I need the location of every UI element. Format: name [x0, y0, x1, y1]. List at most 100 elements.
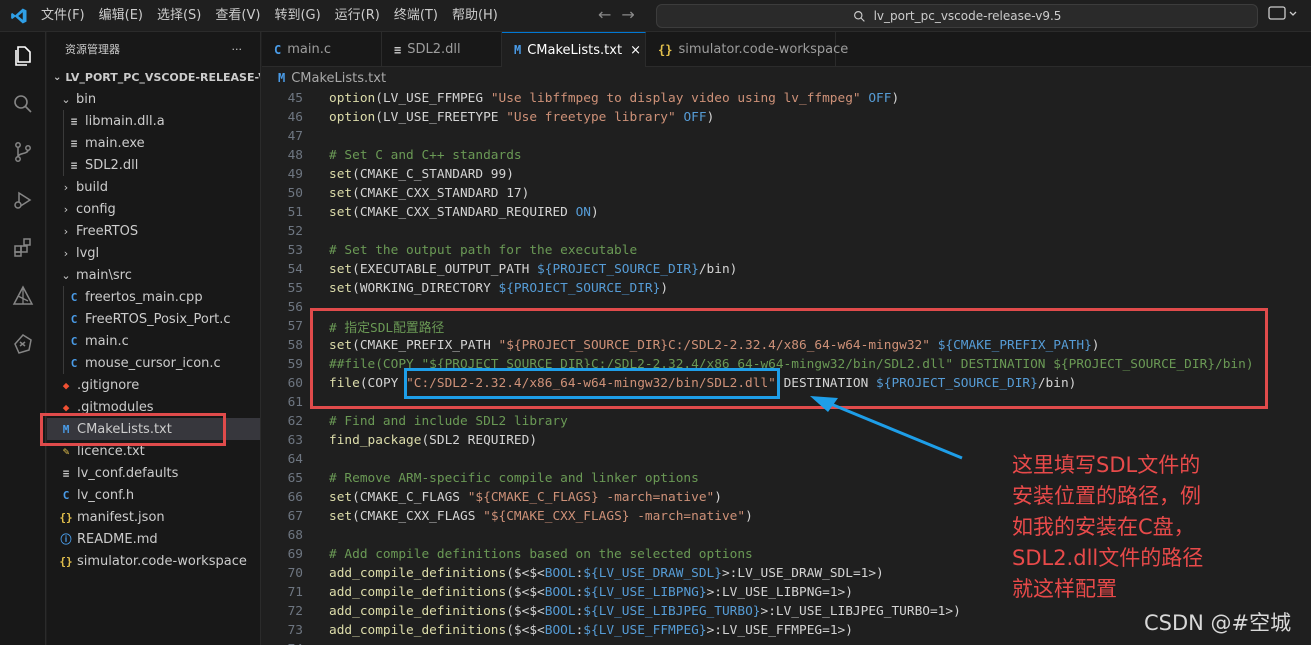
c-file-icon: C [70, 312, 78, 326]
code-token: ($<$< [506, 623, 545, 638]
tree-file[interactable]: {} manifest.json [47, 506, 260, 528]
json-icon: {} [59, 554, 73, 568]
code-token: >:LV_USE_FFMPEG=1>) [706, 623, 853, 638]
code-text: set(CMAKE_C_FLAGS "${CMAKE_C_FLAGS} -mar… [329, 490, 722, 505]
file-icon: ≡ [62, 466, 70, 480]
code-line: 50 set(CMAKE_CXX_STANDARD 17) [262, 184, 1311, 203]
chevron-right-icon: › [63, 202, 69, 216]
extensions-icon[interactable] [0, 224, 46, 272]
source-control-icon[interactable] [0, 128, 46, 176]
back-arrow-icon[interactable]: ← [598, 5, 611, 24]
tree-file[interactable]: Clv_conf.h [47, 484, 260, 506]
tree-file[interactable]: Cfreertos_main.cpp [47, 286, 260, 308]
menu-item[interactable]: 选择(S) [150, 0, 208, 32]
menu-item[interactable]: 运行(R) [328, 0, 387, 32]
menu-item[interactable]: 查看(V) [208, 0, 267, 32]
c-file-icon: C [70, 334, 78, 348]
tab-label: CMakeLists.txt [527, 42, 623, 58]
code-text: set(WORKING_DIRECTORY ${PROJECT_SOURCE_D… [329, 281, 668, 296]
code-token: # Add compile definitions based on the s… [329, 547, 753, 562]
tree-folder[interactable]: › FreeRTOS [47, 220, 260, 242]
code-token: # Remove ARM-specific compile and linker… [329, 471, 699, 486]
tree-item-label: SDL2.dll [85, 157, 139, 173]
menu-item[interactable]: 终端(T) [387, 0, 445, 32]
code-line: 47 [262, 127, 1311, 146]
menu-item[interactable]: 文件(F) [34, 0, 92, 32]
menu-item[interactable]: 编辑(E) [92, 0, 150, 32]
line-number: 69 [287, 547, 303, 562]
line-number: 49 [287, 167, 303, 182]
code-token: find_package [329, 433, 422, 448]
line-number: 54 [287, 262, 303, 277]
indent-guide [63, 132, 64, 154]
tree-folder[interactable]: › lvgl [47, 242, 260, 264]
tree-file[interactable]: ≡ main.exe [47, 132, 260, 154]
tree-item-label: lv_conf.defaults [77, 465, 179, 481]
tree-folder[interactable]: ⌄ main\src [47, 264, 260, 286]
workspace-root[interactable]: ⌄ LV_PORT_PC_VSCODE-RELEASE-V9.5 [47, 66, 260, 88]
code-token: set [329, 167, 353, 182]
tree-file[interactable]: Cmain.c [47, 330, 260, 352]
code-token: "${CMAKE_CXX_FLAGS} -march=native" [483, 509, 746, 524]
code-text: set(CMAKE_C_STANDARD 99) [329, 167, 514, 182]
file-type-icon: C [274, 42, 282, 57]
tree-file[interactable]: ◆ .gitignore [47, 374, 260, 396]
title-bar: 文件(F) 编辑(E) 选择(S) 查看(V) 转到(G) 运行(R) 终端(T) 帮助(H)… [0, 0, 1311, 32]
breadcrumb-file[interactable]: CMakeLists.txt [291, 71, 386, 86]
tree-file[interactable]: {} simulator.code-workspace [47, 550, 260, 572]
tree-file[interactable]: ⓘ README.md [47, 528, 260, 550]
tree-file[interactable]: ≡ lv_conf.defaults [47, 462, 260, 484]
editor-tabs: Cmain.c ≡ SDL2.dll M CMakeLists.txt × {} simula… [262, 32, 1311, 67]
command-center-search[interactable]: lv_port_pc_vscode-release-v9.5 [656, 4, 1258, 28]
editor-tab[interactable]: M CMakeLists.txt × [502, 32, 646, 67]
chevron-right-icon: › [63, 246, 69, 260]
menu-item[interactable]: 帮助(H) [445, 0, 505, 32]
line-number: 47 [287, 129, 303, 144]
indent-guide [63, 110, 64, 132]
editor-tab[interactable]: {} simulator.code-workspace [646, 32, 848, 67]
forward-arrow-icon[interactable]: → [621, 5, 634, 24]
code-token: BOOL [544, 623, 576, 638]
breadcrumb: M CMakeLists.txt [262, 67, 1311, 89]
search-icon[interactable] [0, 80, 46, 128]
file-icon: ≡ [70, 158, 78, 172]
more-actions-icon[interactable]: ··· [232, 43, 243, 56]
editor-tab[interactable]: Cmain.c [262, 32, 382, 67]
annotation-line: 这里填写SDL文件的 [1012, 453, 1201, 477]
code-line: 62 # Find and include SDL2 library [262, 412, 1311, 431]
tree-folder[interactable]: › config [47, 198, 260, 220]
run-debug-icon[interactable] [0, 176, 46, 224]
explorer-sidebar: 资源管理器 ··· ⌄ LV_PORT_PC_VSCODE-RELEASE-V9… [47, 32, 261, 645]
explorer-title: 资源管理器 [65, 43, 120, 56]
code-token: OFF [868, 91, 892, 106]
tree-item-label: lvgl [76, 245, 100, 261]
close-icon[interactable]: × [630, 43, 641, 58]
cpp-file-icon: C [70, 290, 78, 304]
tree-item-label: bin [76, 91, 97, 107]
tree-item-label: main.exe [85, 135, 145, 151]
line-number: 64 [287, 452, 303, 467]
code-line: 74 [262, 640, 1311, 645]
code-text: # Find and include SDL2 library [329, 414, 568, 429]
remote-icon[interactable] [0, 320, 46, 368]
copilot-chat-icon[interactable] [1268, 5, 1298, 26]
tree-file[interactable]: ≡ SDL2.dll [47, 154, 260, 176]
tree-file[interactable]: Cmouse_cursor_icon.c [47, 352, 260, 374]
editor-tab[interactable]: ≡ SDL2.dll [382, 32, 502, 67]
code-token: ${PROJECT_SOURCE_DIR} [537, 262, 699, 277]
chevron-down-icon: ⌄ [61, 92, 71, 106]
line-number: 68 [287, 528, 303, 543]
code-token: option [329, 91, 376, 106]
code-token: (EXECUTABLE_OUTPUT_PATH [352, 262, 538, 277]
tree-file[interactable]: ≡ libmain.dll.a [47, 110, 260, 132]
tree-folder[interactable]: › build [47, 176, 260, 198]
menu-item[interactable]: 转到(G) [267, 0, 327, 32]
code-token: ($<$< [506, 585, 545, 600]
code-text: add_compile_definitions($<$<BOOL:${LV_US… [329, 585, 853, 600]
tree-file[interactable]: C FreeRTOS_Posix_Port.c [47, 308, 260, 330]
tree-folder[interactable]: ⌄ bin [47, 88, 260, 110]
code-token: # Set C and C++ standards [329, 148, 522, 163]
cmake-icon[interactable] [0, 272, 46, 320]
indent-guide [63, 154, 64, 176]
explorer-icon[interactable] [0, 32, 46, 80]
